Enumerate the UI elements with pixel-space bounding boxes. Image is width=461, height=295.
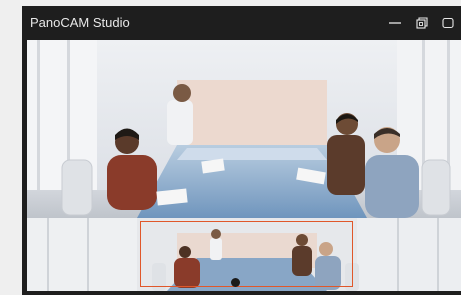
conference-room-scene xyxy=(27,40,461,218)
panorama-strip[interactable] xyxy=(27,218,461,291)
viewport-selection-box[interactable] xyxy=(140,221,353,287)
restore-button[interactable] xyxy=(413,14,431,32)
window-title: PanoCAM Studio xyxy=(30,15,130,30)
restore-icon xyxy=(416,17,428,29)
minimize-button[interactable] xyxy=(386,14,404,32)
app-window: PanoCAM Studio xyxy=(22,6,461,295)
viewport-drag-handle[interactable] xyxy=(231,278,240,287)
minimize-icon xyxy=(389,22,401,24)
maximize-button[interactable] xyxy=(439,14,457,32)
main-camera-view[interactable] xyxy=(27,40,461,218)
title-bar[interactable]: PanoCAM Studio xyxy=(22,6,461,40)
maximize-icon xyxy=(442,17,454,29)
bottom-border xyxy=(22,291,461,295)
